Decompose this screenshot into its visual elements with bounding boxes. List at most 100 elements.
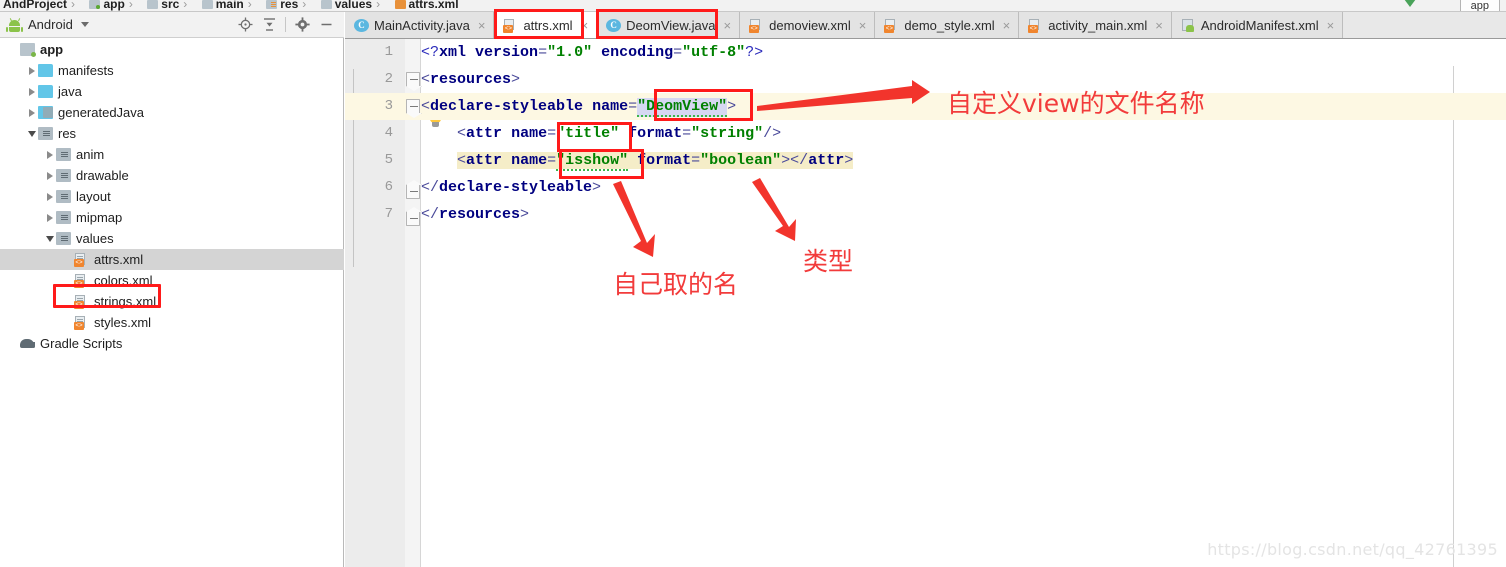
chevron-down-icon[interactable] [43,228,56,249]
fold-marker-declare-styleable-end[interactable] [406,185,420,199]
res-subfolder-icon [56,148,71,161]
settings-gear-icon[interactable] [290,14,314,36]
editor-tab-demo-style-xml[interactable]: <> demo_style.xml × [875,12,1020,38]
tree-item-styles-xml[interactable]: <> styles.xml [0,312,344,333]
line-content: </declare-styleable> [421,179,602,196]
tree-item-mipmap[interactable]: mipmap [0,207,344,228]
editor-tab-androidmanifest-xml[interactable]: AndroidManifest.xml × [1171,12,1344,38]
code-editor[interactable]: 1 <?xml version="1.0" encoding="utf-8"?>… [345,39,1506,567]
tree-item-manifests[interactable]: manifests [0,60,344,81]
editor-tab-activity-main-xml[interactable]: <> activity_main.xml × [1019,12,1172,38]
close-icon[interactable]: × [1327,19,1335,32]
module-icon [20,43,36,57]
editor-tab-deomview-java[interactable]: C DeomView.java × [597,12,741,38]
editor-tab-bar[interactable]: C MainActivity.java × <> attrs.xml × C DeomView… [345,12,1506,39]
tab-label: demo_style.xml [904,17,995,33]
tree-item-colors-xml[interactable]: <> colors.xml [0,270,344,291]
android-studio-window: AndProject › app › src › main › res › values ›… [0,0,1506,567]
tree-item-strings-xml[interactable]: <> strings.xml [0,291,344,312]
project-panel-toolbar: Android [0,12,344,38]
project-tree[interactable]: app manifests java generatedJava res anim draw… [0,39,344,567]
tree-item-label: layout [76,189,111,204]
folder-icon [201,0,213,9]
chevron-right-icon[interactable] [25,60,38,81]
res-subfolder-icon [56,190,71,203]
chevron-right-icon[interactable] [25,102,38,123]
tree-item-values[interactable]: values [0,228,344,249]
tree-item-label: mipmap [76,210,123,225]
code-line-5: 5 <attr name="isshow" format="boolean"><… [345,147,1506,174]
expand-arrow[interactable] [61,270,74,291]
tree-item-generatedjava[interactable]: generatedJava [0,102,344,123]
minimize-icon[interactable] [314,14,338,36]
tree-item-label: colors.xml [94,273,153,288]
java-class-icon: C [354,18,369,32]
res-subfolder-icon [56,232,71,245]
module-selector-button[interactable]: app [1459,0,1500,11]
tree-item-label: values [76,231,114,246]
close-icon[interactable]: × [859,19,867,32]
fold-marker-declare-styleable[interactable] [406,99,420,113]
run-arrow-icon [1404,0,1416,7]
tree-item-label: java [58,84,82,99]
chevron-right-icon[interactable] [43,165,56,186]
close-icon[interactable]: × [1155,19,1163,32]
close-icon[interactable]: × [724,19,732,32]
breadcrumb-item-6[interactable]: attrs.xml [392,0,462,11]
expand-arrow[interactable] [7,333,20,354]
chevron-right-icon[interactable] [43,186,56,207]
breadcrumb-item-0[interactable]: AndProject › [0,0,82,11]
code-line-3: 3 <declare-styleable name="DeomView"> [345,93,1506,120]
code-line-1: 1 <?xml version="1.0" encoding="utf-8"?> [345,39,1506,66]
chevron-right-icon[interactable] [43,144,56,165]
breadcrumb-item-3[interactable]: main › [199,0,259,11]
tree-item-java[interactable]: java [0,81,344,102]
tree-item-drawable[interactable]: drawable [0,165,344,186]
chevron-down-icon[interactable] [80,22,89,27]
tree-item-label: generatedJava [58,105,145,120]
tree-item-label: app [40,42,64,57]
locate-target-icon[interactable] [233,14,257,36]
fold-marker-resources[interactable] [406,72,420,86]
editor-tab-demoview-xml[interactable]: <> demoview.xml × [740,12,876,38]
line-content: <declare-styleable name="DeomView"> [421,98,737,117]
xml-file-icon: <> [74,274,89,288]
xml-file-icon: <> [74,253,89,267]
tree-item-app[interactable]: app [0,39,344,60]
tree-item-gradle-scripts[interactable]: Gradle Scripts [0,333,344,354]
expand-arrow[interactable] [61,312,74,333]
breadcrumb-item-5[interactable]: values › [318,0,387,11]
line-number: 3 [384,98,393,114]
project-view-label: Android [28,17,73,32]
editor-tab-mainactivity-java[interactable]: C MainActivity.java × [345,12,495,38]
chevron-right-icon[interactable] [25,81,38,102]
expand-arrow[interactable] [7,39,20,60]
android-manifest-icon [1181,18,1196,32]
editor-tab-attrs-xml[interactable]: <> attrs.xml × [494,12,598,38]
folder-icon [38,64,53,77]
close-icon[interactable]: × [1003,19,1011,32]
code-line-2: 2 <resources> [345,66,1506,93]
tree-item-anim[interactable]: anim [0,144,344,165]
breadcrumb-item-2[interactable]: src › [144,0,194,11]
editor-area: C MainActivity.java × <> attrs.xml × C DeomView… [345,12,1506,567]
gradle-elephant-icon [20,337,35,350]
fold-marker-resources-end[interactable] [406,212,420,226]
tree-item-label: Gradle Scripts [40,336,123,351]
chevron-right-icon[interactable] [43,207,56,228]
expand-arrow[interactable] [61,291,74,312]
line-number: 1 [384,44,393,60]
tab-label: MainActivity.java [374,17,470,33]
chevron-down-icon[interactable] [25,123,38,144]
collapse-all-icon[interactable] [257,14,281,36]
expand-arrow[interactable] [61,249,74,270]
tree-item-layout[interactable]: layout [0,186,344,207]
breadcrumb-item-1[interactable]: app › [86,0,139,11]
folder-icon [320,0,332,9]
tree-item-label: manifests [58,63,114,78]
tree-item-res[interactable]: res [0,123,344,144]
tree-item-attrs-xml[interactable]: <> attrs.xml [0,249,344,270]
close-icon[interactable]: × [478,19,486,32]
close-icon[interactable]: × [581,19,589,32]
breadcrumb-item-4[interactable]: res › [263,0,313,11]
